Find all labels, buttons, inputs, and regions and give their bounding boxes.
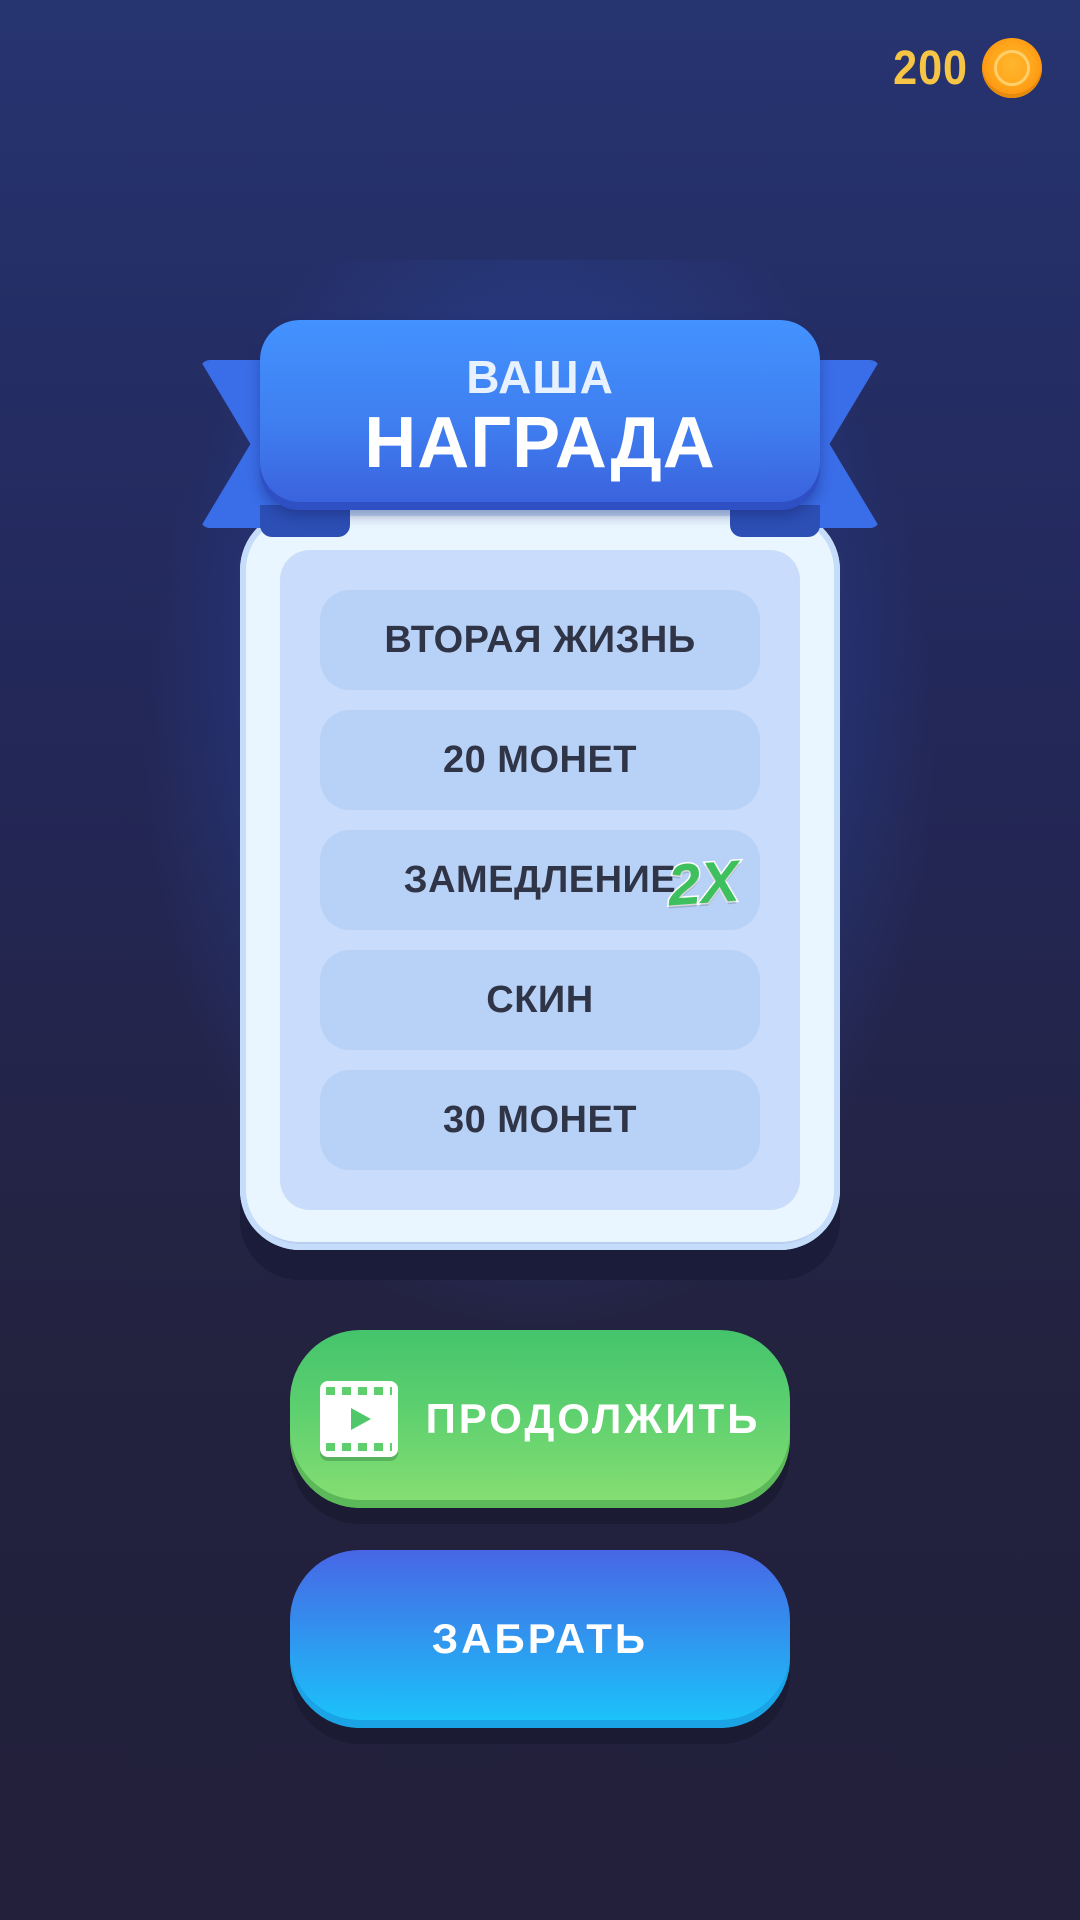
reward-item-label: 20 МОНЕТ: [442, 738, 638, 781]
continue-button[interactable]: ПРОДОЛЖИТЬ: [290, 1330, 790, 1508]
coin-icon: [982, 38, 1042, 98]
title-line-1: ВАША: [466, 351, 614, 403]
claim-button-label: ЗАБРАТЬ: [431, 1615, 649, 1662]
title-line-2: НАГРАДА: [364, 403, 716, 483]
reward-item-label: ВТОРАЯ ЖИЗНЬ: [384, 618, 696, 661]
reward-item-second-life: ВТОРАЯ ЖИЗНЬ: [320, 590, 760, 690]
reward-item-label: 30 МОНЕТ: [442, 1098, 638, 1141]
reward-item-20-coins: 20 МОНЕТ: [320, 710, 760, 810]
coin-counter: 200: [889, 38, 1042, 98]
claim-button[interactable]: ЗАБРАТЬ: [290, 1550, 790, 1728]
reward-item-30-coins: 30 МОНЕТ: [320, 1070, 760, 1170]
multiplier-badge: 2X: [664, 847, 742, 920]
reward-item-label: СКИН: [486, 978, 594, 1021]
reward-item-label: ЗАМЕДЛЕНИЕ: [403, 858, 677, 901]
coin-amount: 200: [893, 41, 968, 95]
continue-button-label: ПРОДОЛЖИТЬ: [425, 1395, 761, 1442]
film-video-icon: [319, 1381, 398, 1457]
reward-item-skin: СКИН: [320, 950, 760, 1050]
